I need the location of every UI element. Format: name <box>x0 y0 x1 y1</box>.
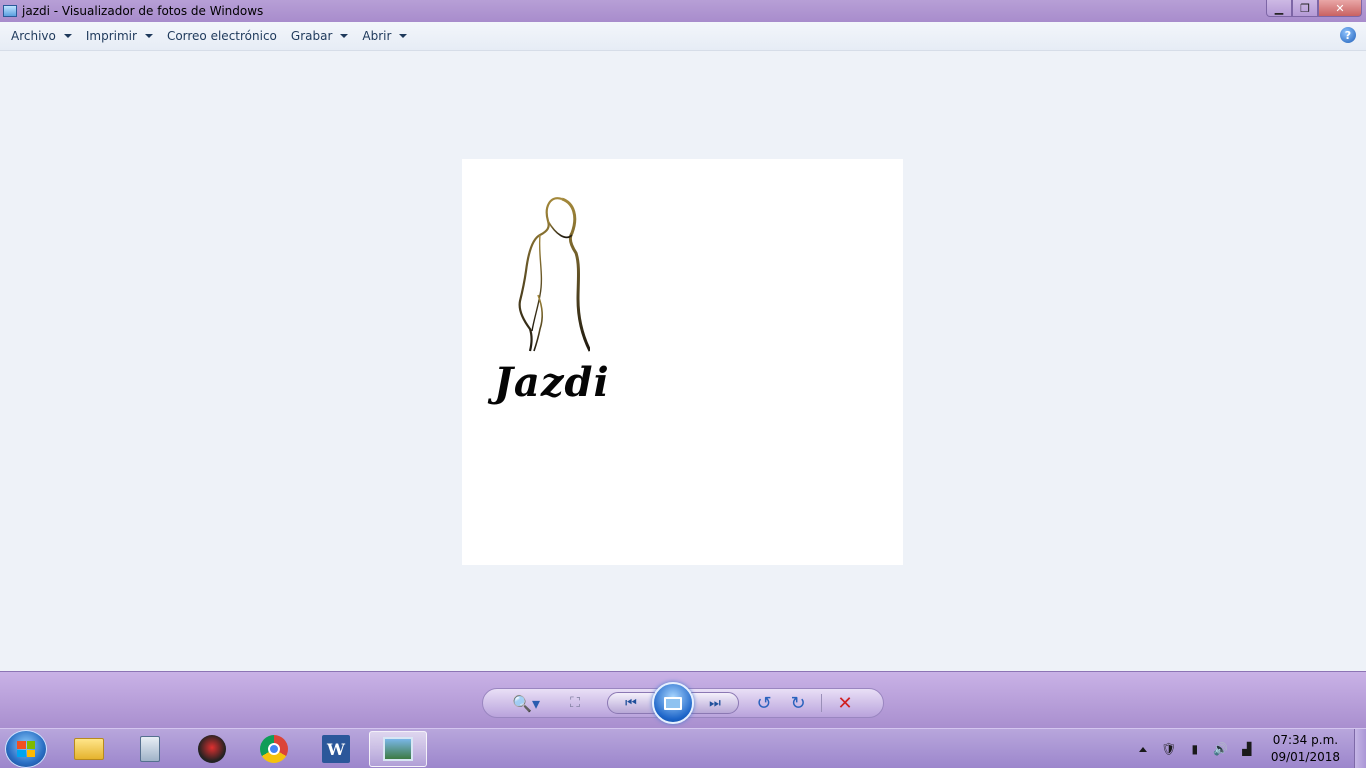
menu-label: Grabar <box>290 29 333 43</box>
previous-icon: ⏮ <box>625 695 637 711</box>
image-viewer: Jazdi <box>0 52 1366 670</box>
chevron-down-icon <box>144 34 153 38</box>
title-bar: jazdi - Visualizador de fotos de Windows… <box>0 0 1366 22</box>
menu-label: Imprimir <box>85 29 137 43</box>
photo-viewer-icon <box>383 737 413 761</box>
taskbar-word[interactable]: W <box>307 731 365 767</box>
viewer-control-bar: 🔍▾ ⛶ ⏮ ⏭ ↺ ↻ ✕ <box>0 671 1366 728</box>
slideshow-icon <box>664 696 682 710</box>
playback-controls: 🔍▾ ⛶ ⏮ ⏭ ↺ ↻ ✕ <box>482 682 884 724</box>
rotate-clockwise-button[interactable]: ↻ <box>781 690 815 716</box>
zoom-icon: 🔍▾ <box>512 693 540 713</box>
clock[interactable]: 07:34 p.m. 09/01/2018 <box>1271 732 1340 766</box>
menu-archivo[interactable]: Archivo <box>5 25 78 47</box>
woman-silhouette-logo <box>518 197 590 352</box>
taskbar-file-explorer[interactable] <box>60 731 118 767</box>
menu-correo[interactable]: Correo electrónico <box>161 25 283 47</box>
actual-size-button[interactable]: ⛶ <box>555 690 595 716</box>
window-title: jazdi - Visualizador de fotos de Windows <box>22 4 264 18</box>
menu-label: Abrir <box>362 29 392 43</box>
brand-name: Jazdi <box>494 359 610 406</box>
menu-label: Correo electrónico <box>166 29 277 43</box>
maximize-button[interactable]: ❐ <box>1292 0 1318 17</box>
menu-imprimir[interactable]: Imprimir <box>80 25 159 47</box>
actual-size-icon: ⛶ <box>570 695 580 711</box>
taskbar-photo-viewer[interactable] <box>369 731 427 767</box>
zoom-button[interactable]: 🔍▾ <box>497 690 555 716</box>
rotate-counterclockwise-icon: ↺ <box>756 692 772 714</box>
chevron-down-icon <box>399 34 408 38</box>
chevron-down-icon <box>63 34 72 38</box>
red-app-icon <box>198 735 226 763</box>
restore-icon: ❐ <box>1300 1 1310 15</box>
show-hidden-icons-icon[interactable] <box>1138 746 1147 752</box>
network-icon[interactable]: ▟ <box>1239 741 1255 757</box>
chrome-icon <box>260 735 288 763</box>
previous-button[interactable]: ⏮ <box>607 692 655 714</box>
chevron-down-icon <box>340 34 349 38</box>
rotate-counterclockwise-button[interactable]: ↺ <box>747 690 781 716</box>
close-icon: ✕ <box>1335 1 1345 15</box>
minimize-button[interactable]: ▁ <box>1266 0 1292 17</box>
delete-icon: ✕ <box>837 692 853 714</box>
next-icon: ⏭ <box>709 695 721 711</box>
menu-bar: Archivo Imprimir Correo electrónico Grab… <box>0 22 1366 51</box>
menu-grabar[interactable]: Grabar <box>285 25 355 47</box>
close-button[interactable]: ✕ <box>1318 0 1362 17</box>
folder-icon <box>74 738 104 760</box>
menu-abrir[interactable]: Abrir <box>356 25 413 47</box>
system-tray: 🛡 ▮ 🔊 ▟ 07:34 p.m. 09/01/2018 <box>1138 729 1366 768</box>
photo-viewer-icon <box>3 5 17 17</box>
windows-logo-icon <box>17 741 35 757</box>
taskbar: W 🛡 ▮ 🔊 ▟ 07:34 p.m. 09/01/2018 <box>0 728 1366 768</box>
displayed-photo[interactable]: Jazdi <box>462 159 903 565</box>
word-icon: W <box>322 735 350 763</box>
clock-time: 07:34 p.m. <box>1272 733 1339 747</box>
calculator-icon <box>140 736 160 762</box>
power-icon[interactable]: ▮ <box>1187 741 1203 757</box>
minimize-icon: ▁ <box>1274 1 1284 15</box>
control-separator <box>821 694 822 712</box>
menu-label: Archivo <box>11 29 56 43</box>
start-button[interactable] <box>5 730 47 768</box>
taskbar-red-app[interactable] <box>183 731 241 767</box>
clock-date: 09/01/2018 <box>1270 750 1340 764</box>
taskbar-chrome[interactable] <box>245 731 303 767</box>
rotate-clockwise-icon: ↻ <box>790 692 806 714</box>
show-desktop-button[interactable] <box>1354 729 1366 768</box>
window-controls: ▁ ❐ ✕ <box>1266 0 1362 18</box>
security-shield-icon[interactable]: 🛡 <box>1161 741 1177 757</box>
slideshow-button[interactable] <box>652 682 694 724</box>
delete-button[interactable]: ✕ <box>828 690 862 716</box>
taskbar-calculator[interactable] <box>121 731 179 767</box>
navigation-group: ⏮ ⏭ <box>607 682 739 724</box>
help-icon[interactable]: ? <box>1340 27 1356 43</box>
next-button[interactable]: ⏭ <box>691 692 739 714</box>
volume-icon[interactable]: 🔊 <box>1213 741 1229 757</box>
